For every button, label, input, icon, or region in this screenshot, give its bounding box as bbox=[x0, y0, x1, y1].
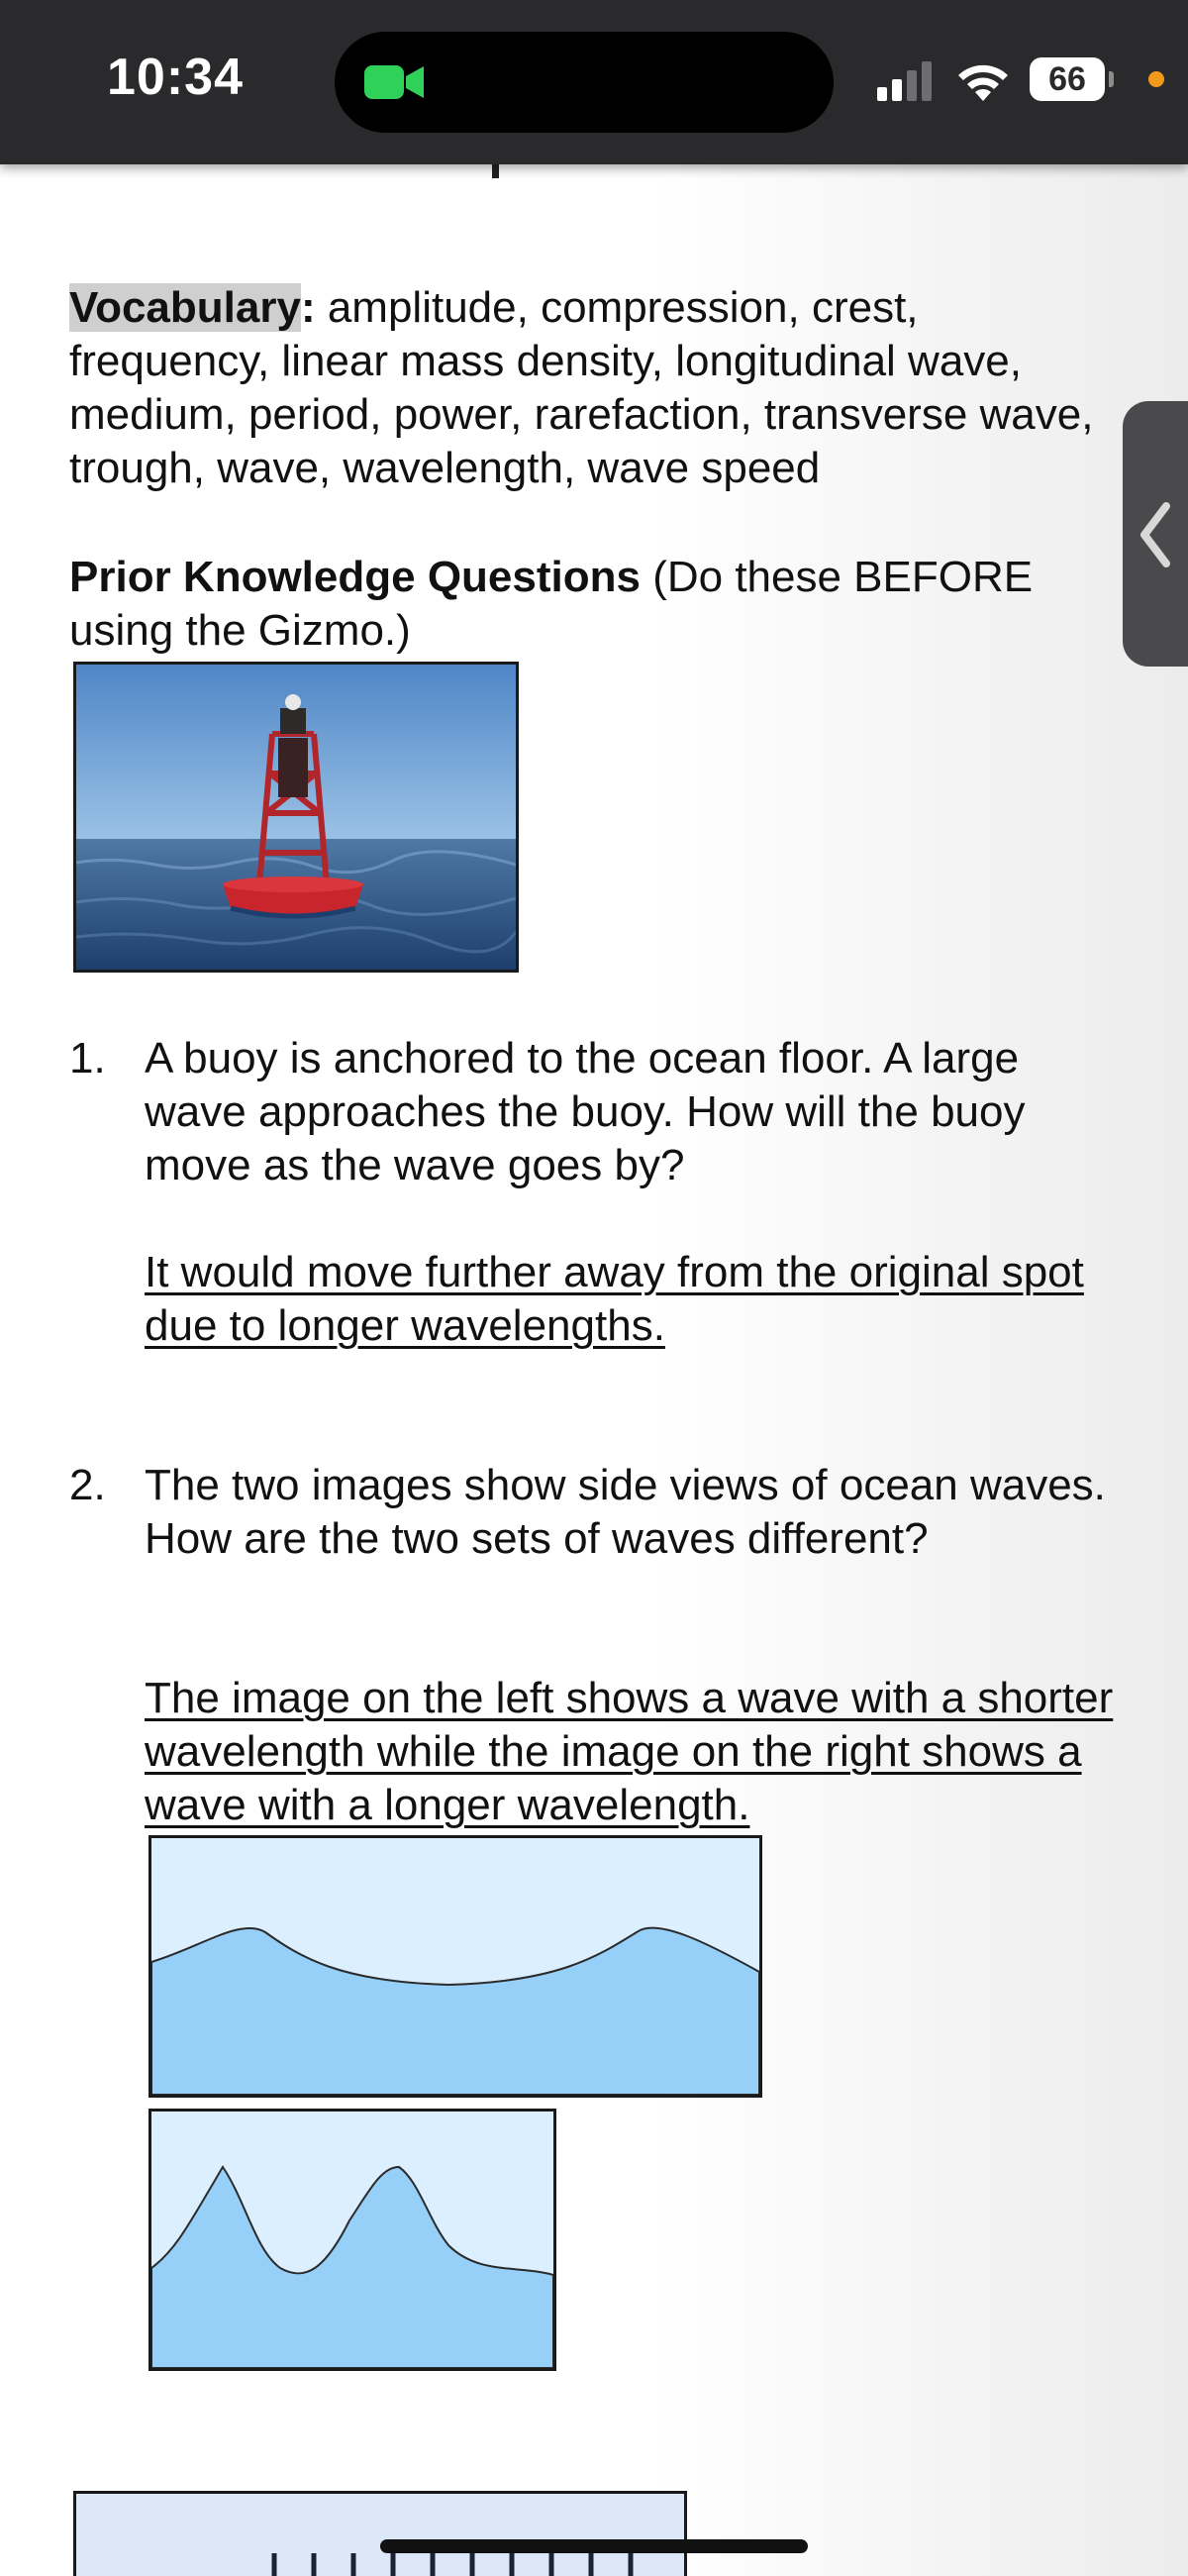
wifi-icon bbox=[958, 64, 1008, 101]
wave-image-long-wavelength bbox=[148, 1835, 762, 2098]
page: 10:34 66 Vocabulary: amplitude, compress… bbox=[0, 0, 1188, 2576]
battery-icon: 66 bbox=[1030, 57, 1105, 101]
facetime-icon bbox=[364, 65, 424, 99]
next-figure-partial bbox=[73, 2491, 687, 2576]
question-2-text: The two images show side views of ocean … bbox=[145, 1461, 1106, 1563]
question-2-number: 2. bbox=[69, 1461, 106, 1509]
signal-icon bbox=[877, 61, 932, 101]
question-1-answer: It would move further away from the orig… bbox=[145, 1248, 1084, 1350]
recording-indicator-dot bbox=[1148, 71, 1164, 87]
status-time: 10:34 bbox=[107, 49, 244, 106]
heading-remnant bbox=[492, 164, 499, 178]
chevron-left-icon bbox=[1140, 502, 1170, 567]
side-panel-tab[interactable] bbox=[1123, 401, 1188, 667]
home-indicator[interactable] bbox=[380, 2539, 808, 2553]
question-1-number: 1. bbox=[69, 1034, 106, 1082]
vocabulary-colon: : bbox=[300, 283, 316, 332]
question-2-answer: The image on the left shows a wave with … bbox=[145, 1674, 1114, 1829]
wave-image-short-wavelength bbox=[148, 2109, 556, 2371]
vocabulary-label: Vocabulary bbox=[69, 283, 301, 332]
prior-knowledge-heading: Prior Knowledge Questions bbox=[69, 553, 641, 601]
status-bar: 10:34 66 bbox=[0, 0, 1188, 164]
vocabulary-paragraph: Vocabulary: amplitude, compression, cres… bbox=[69, 281, 1099, 495]
buoy-photo bbox=[73, 662, 519, 973]
prior-knowledge-paragraph: Prior Knowledge Questions (Do these BEFO… bbox=[69, 551, 1119, 658]
dynamic-island[interactable] bbox=[335, 32, 834, 133]
battery-cap bbox=[1109, 71, 1114, 87]
question-1-text: A buoy is anchored to the ocean floor. A… bbox=[145, 1034, 1026, 1189]
